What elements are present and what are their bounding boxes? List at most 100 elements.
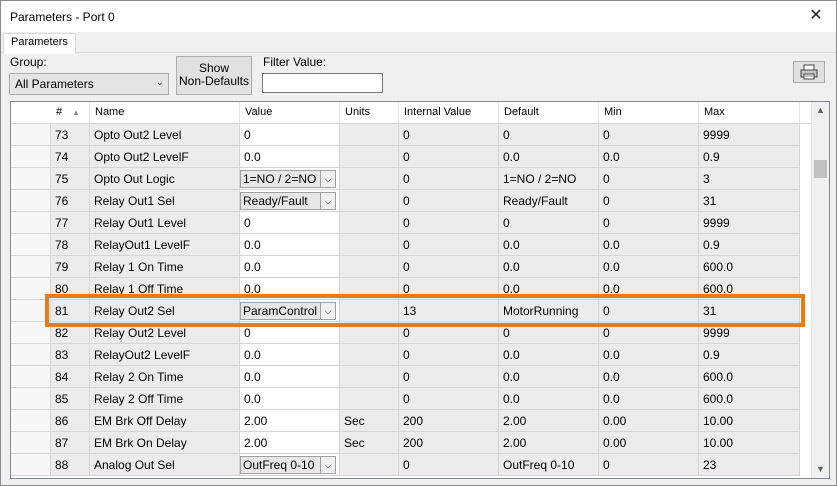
tab-strip: Parameters: [1, 32, 836, 54]
table-row[interactable]: 86 EM Brk Off Delay 2.00 Sec 200 2.00 0.00 10.0…: [11, 410, 811, 432]
tab-parameters[interactable]: Parameters: [3, 33, 76, 54]
row-value[interactable]: 0.0: [240, 344, 340, 366]
value-dropdown[interactable]: ParamControl ⌵: [240, 302, 336, 320]
row-value[interactable]: 0.0: [240, 388, 340, 410]
row-num: 86: [51, 410, 90, 432]
column-header-max[interactable]: Max: [699, 102, 800, 124]
value-dropdown[interactable]: Ready/Fault ⌵: [240, 192, 336, 210]
scroll-up-icon[interactable]: ▲: [812, 102, 829, 119]
row-value[interactable]: 0.0: [240, 234, 340, 256]
row-max: 9999: [699, 322, 800, 344]
row-value[interactable]: 2.00: [240, 432, 340, 454]
chevron-down-icon[interactable]: ⌵: [320, 303, 335, 319]
row-default: 0.0: [499, 278, 599, 300]
table-row[interactable]: 83 RelayOut2 LevelF 0.0 0 0.0 0.0 0.9: [11, 344, 811, 366]
scrollbar-thumb[interactable]: [814, 160, 827, 178]
row-name: Relay 1 Off Time: [90, 278, 240, 300]
print-button[interactable]: [793, 61, 825, 83]
row-value[interactable]: 0.0: [240, 366, 340, 388]
row-header[interactable]: [11, 432, 51, 454]
column-header-num[interactable]: # ▲: [51, 102, 90, 124]
row-value[interactable]: 0.0: [240, 256, 340, 278]
row-header[interactable]: [11, 234, 51, 256]
row-value[interactable]: 0.0: [240, 146, 340, 168]
row-header[interactable]: [11, 366, 51, 388]
row-header[interactable]: [11, 278, 51, 300]
row-value[interactable]: 2.00: [240, 410, 340, 432]
row-header[interactable]: [11, 124, 51, 146]
row-default: 0.0: [499, 366, 599, 388]
table-row[interactable]: 81 Relay Out2 Sel ParamControl ⌵ 13 MotorRunn…: [11, 300, 811, 322]
row-units: [340, 256, 399, 278]
row-value[interactable]: 0: [240, 124, 340, 146]
show-non-defaults-button[interactable]: Show Non-Defaults: [176, 56, 252, 95]
row-header[interactable]: [11, 300, 51, 322]
value-dropdown[interactable]: 1=NO / 2=NO ⌵: [240, 170, 336, 188]
row-units: [340, 344, 399, 366]
row-min: 0.0: [599, 366, 699, 388]
row-value[interactable]: 0: [240, 322, 340, 344]
row-num: 88: [51, 454, 90, 476]
row-header[interactable]: [11, 388, 51, 410]
chevron-down-icon[interactable]: ⌵: [320, 171, 335, 187]
table-row[interactable]: 88 Analog Out Sel OutFreq 0-10 ⌵ 0 OutFreq 0-…: [11, 454, 811, 476]
column-header-min[interactable]: Min: [599, 102, 699, 124]
row-value[interactable]: 0: [240, 212, 340, 234]
row-header[interactable]: [11, 168, 51, 190]
table-row[interactable]: 75 Opto Out Logic 1=NO / 2=NO ⌵ 0 1=NO / 2=NO…: [11, 168, 811, 190]
sort-up-icon: ▲: [72, 108, 81, 117]
row-internal-value: 0: [399, 322, 499, 344]
row-header[interactable]: [11, 256, 51, 278]
column-header-internal-value[interactable]: Internal Value: [399, 102, 499, 124]
row-default: 0.0: [499, 256, 599, 278]
value-dropdown[interactable]: OutFreq 0-10 ⌵: [240, 456, 336, 474]
filter-value-input[interactable]: [262, 73, 383, 93]
row-header[interactable]: [11, 344, 51, 366]
row-name: Relay 1 On Time: [90, 256, 240, 278]
row-header[interactable]: [11, 146, 51, 168]
table-row[interactable]: 85 Relay 2 Off Time 0.0 0 0.0 0.0 600.0: [11, 388, 811, 410]
column-header-value[interactable]: Value: [240, 102, 340, 124]
table-row[interactable]: 76 Relay Out1 Sel Ready/Fault ⌵ 0 Ready/Fault…: [11, 190, 811, 212]
table-row[interactable]: 87 EM Brk On Delay 2.00 Sec 200 2.00 0.00 10.00: [11, 432, 811, 454]
row-num: 79: [51, 256, 90, 278]
row-default: OutFreq 0-10: [499, 454, 599, 476]
scroll-down-icon[interactable]: ▼: [812, 461, 829, 478]
table-row[interactable]: 84 Relay 2 On Time 0.0 0 0.0 0.0 600.0: [11, 366, 811, 388]
row-max: 600.0: [699, 278, 800, 300]
row-value[interactable]: OutFreq 0-10 ⌵: [240, 454, 340, 476]
vertical-scrollbar[interactable]: ▲ ▼: [811, 102, 829, 478]
row-header[interactable]: [11, 410, 51, 432]
row-max: 600.0: [699, 366, 800, 388]
row-units: [340, 190, 399, 212]
table-row[interactable]: 82 Relay Out2 Level 0 0 0 0 9999: [11, 322, 811, 344]
table-row[interactable]: 80 Relay 1 Off Time 0.0 0 0.0 0.0 600.0: [11, 278, 811, 300]
row-header[interactable]: [11, 322, 51, 344]
column-header-default[interactable]: Default: [499, 102, 599, 124]
row-value[interactable]: ParamControl ⌵: [240, 300, 340, 322]
table-row[interactable]: 74 Opto Out2 LevelF 0.0 0 0.0 0.0 0.9: [11, 146, 811, 168]
row-value[interactable]: Ready/Fault ⌵: [240, 190, 340, 212]
chevron-down-icon[interactable]: ⌵: [320, 457, 335, 473]
row-value[interactable]: 0.0: [240, 278, 340, 300]
column-header-name[interactable]: Name: [90, 102, 240, 124]
row-units: [340, 234, 399, 256]
table-row[interactable]: 79 Relay 1 On Time 0.0 0 0.0 0.0 600.0: [11, 256, 811, 278]
chevron-down-icon[interactable]: ⌵: [320, 193, 335, 209]
row-max: 3: [699, 168, 800, 190]
row-value[interactable]: 1=NO / 2=NO ⌵: [240, 168, 340, 190]
row-internal-value: 200: [399, 410, 499, 432]
close-icon[interactable]: ✕: [806, 6, 826, 26]
row-units: [340, 124, 399, 146]
column-header-units[interactable]: Units: [340, 102, 399, 124]
table-row[interactable]: 73 Opto Out2 Level 0 0 0 0 9999: [11, 124, 811, 146]
row-header[interactable]: [11, 212, 51, 234]
row-header[interactable]: [11, 190, 51, 212]
row-header[interactable]: [11, 454, 51, 476]
table-row[interactable]: 78 RelayOut1 LevelF 0.0 0 0.0 0.0 0.9: [11, 234, 811, 256]
table-row[interactable]: 77 Relay Out1 Level 0 0 0 0 9999: [11, 212, 811, 234]
row-internal-value: 0: [399, 278, 499, 300]
row-num: 83: [51, 344, 90, 366]
group-select[interactable]: All Parameters ⌄: [9, 73, 169, 95]
row-internal-value: 0: [399, 388, 499, 410]
